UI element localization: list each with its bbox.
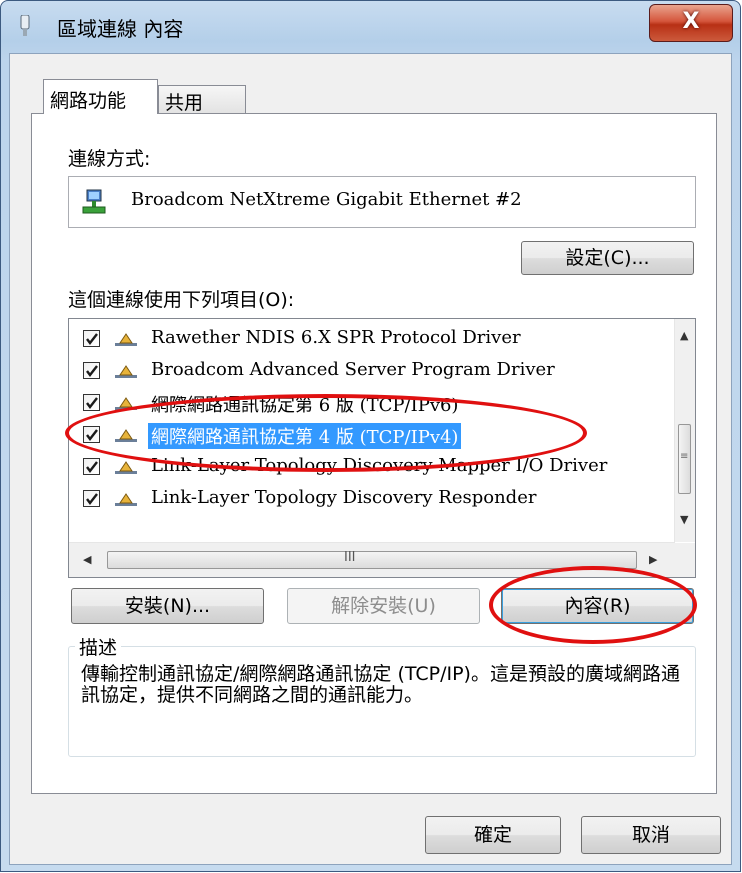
item-label: Link-Layer Topology Discovery Responder — [151, 487, 537, 508]
network-adapter-icon — [82, 189, 106, 214]
scroll-up-icon[interactable]: ▲ — [680, 329, 688, 342]
item-checkbox[interactable] — [83, 490, 100, 507]
item-checkbox[interactable] — [83, 330, 100, 347]
checkbox-check-icon — [86, 333, 98, 345]
tab-sharing[interactable]: 共用 — [158, 85, 246, 114]
list-item[interactable]: Rawether NDIS 6.X SPR Protocol Driver — [69, 323, 669, 355]
connect-using-label: 連線方式: — [68, 148, 151, 170]
scroll-corner — [675, 543, 695, 577]
configure-button-label: 設定(C)... — [565, 247, 650, 269]
close-button[interactable]: X — [649, 4, 733, 42]
items-label: 這個連線使用下列項目(O): — [68, 289, 295, 311]
tab-sharing-label: 共用 — [165, 92, 204, 114]
uninstall-button-label: 解除安裝(U) — [331, 595, 436, 617]
vertical-scroll-thumb[interactable]: ≡ — [678, 424, 691, 494]
install-button[interactable]: 安裝(N)... — [71, 588, 264, 624]
protocol-icon — [115, 365, 137, 378]
tab-networking[interactable]: 網路功能 — [43, 79, 158, 114]
annotation-ellipse-tcpipv4 — [65, 394, 587, 472]
uninstall-button[interactable]: 解除安裝(U) — [287, 588, 480, 624]
item-checkbox[interactable] — [83, 394, 100, 411]
checkbox-check-icon — [86, 493, 98, 505]
title-bar: 區域連線 內容 X — [1, 1, 740, 53]
thumb-grip-label: III — [344, 550, 356, 565]
protocol-icon — [115, 493, 137, 506]
list-item[interactable]: Broadcom Advanced Server Program Driver — [69, 355, 669, 387]
item-label: Broadcom Advanced Server Program Driver — [151, 359, 555, 380]
checkbox-check-icon — [86, 397, 98, 409]
configure-button[interactable]: 設定(C)... — [521, 241, 694, 275]
ok-button-label: 確定 — [473, 824, 512, 846]
protocol-icon — [115, 333, 137, 346]
annotation-ellipse-properties — [489, 566, 697, 644]
thumb-grip-icon: ≡ — [680, 451, 689, 462]
item-label: Rawether NDIS 6.X SPR Protocol Driver — [151, 327, 521, 348]
description-legend: 描述 — [75, 633, 122, 660]
tab-networking-label: 網路功能 — [50, 90, 127, 112]
window-title: 區域連線 內容 — [57, 17, 184, 41]
ok-button[interactable]: 確定 — [425, 816, 561, 854]
scroll-left-icon[interactable]: ◀ — [83, 553, 91, 566]
cancel-button-label: 取消 — [631, 824, 670, 846]
vertical-scrollbar[interactable]: ▲ ≡ ▼ — [674, 319, 695, 542]
scroll-down-icon[interactable]: ▼ — [680, 513, 688, 526]
window-icon — [20, 15, 30, 36]
description-text: 傳輸控制通訊協定/網際網路通訊協定 (TCP/IP)。這是預設的廣域網路通訊協定… — [81, 663, 680, 706]
properties-window: 區域連線 內容 X 網路功能 共用 連線方式: Broadcom NetXtre… — [0, 0, 741, 872]
checkbox-check-icon — [86, 461, 98, 473]
adapter-name: Broadcom NetXtreme Gigabit Ethernet #2 — [131, 189, 522, 210]
horizontal-scroll-thumb[interactable]: III — [107, 550, 637, 569]
checkbox-check-icon — [86, 365, 98, 377]
cancel-button[interactable]: 取消 — [581, 816, 721, 854]
close-icon: X — [682, 9, 700, 34]
protocol-icon — [115, 461, 137, 474]
install-button-label: 安裝(N)... — [124, 595, 211, 617]
adapter-field: Broadcom NetXtreme Gigabit Ethernet #2 — [68, 176, 696, 228]
list-item[interactable]: Link-Layer Topology Discovery Responder — [69, 483, 669, 515]
item-checkbox[interactable] — [83, 362, 100, 379]
item-checkbox[interactable] — [83, 458, 100, 475]
scroll-right-icon[interactable]: ▶ — [649, 553, 657, 566]
